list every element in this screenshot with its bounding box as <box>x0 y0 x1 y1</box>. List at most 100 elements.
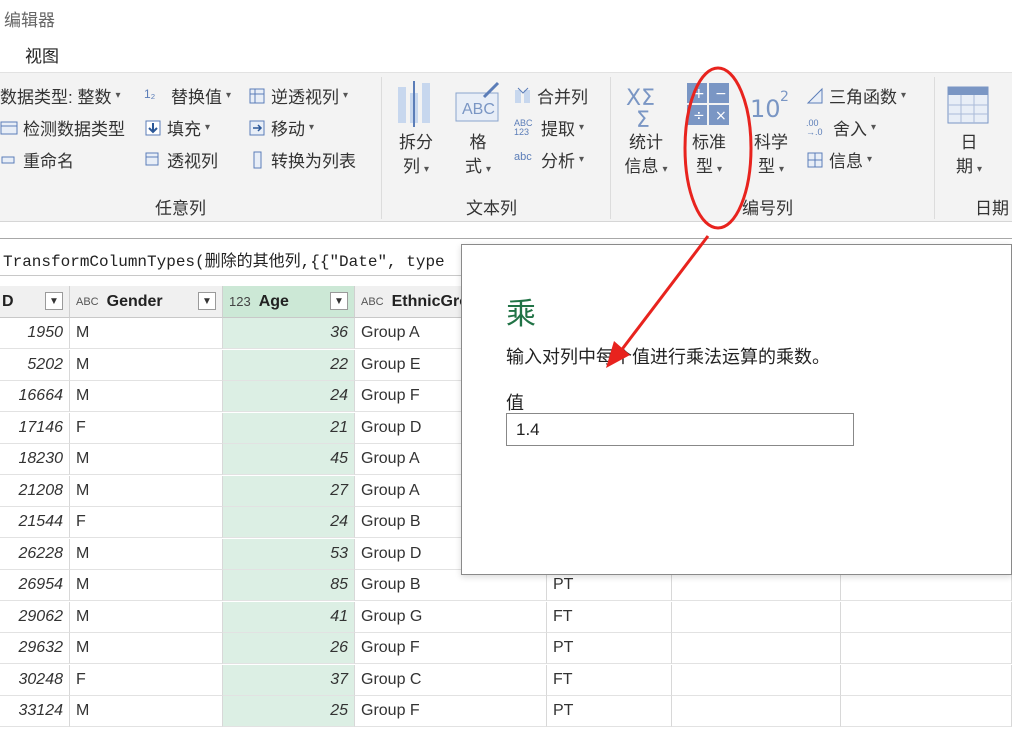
table-cell-id[interactable]: 1950 <box>0 318 70 349</box>
table-cell-age[interactable]: 53 <box>223 538 355 570</box>
table-cell-empty[interactable] <box>841 633 1012 664</box>
rename-button[interactable]: 重命名 <box>0 147 74 172</box>
table-cell-gender[interactable]: M <box>70 444 223 475</box>
filter-dropdown-icon[interactable]: ▼ <box>330 292 348 310</box>
table-cell-age[interactable]: 24 <box>223 381 355 412</box>
unpivot-columns-button[interactable]: 逆透视列 ▾ <box>248 83 348 108</box>
chevron-down-icon: ▾ <box>976 164 983 175</box>
standard-button[interactable]: + − ÷ × 标准 型 ▾ <box>682 79 736 187</box>
chevron-down-icon: ▾ <box>901 90 907 101</box>
table-cell-id[interactable]: 30248 <box>0 664 70 696</box>
table-cell-id[interactable]: 26228 <box>0 538 70 570</box>
detect-data-type-button[interactable]: 检测数据类型 <box>0 115 125 140</box>
table-cell-empty[interactable] <box>672 696 841 727</box>
table-cell-empty[interactable] <box>841 601 1012 633</box>
trigonometry-button[interactable]: 三角函数 ▾ <box>806 83 906 108</box>
information-button[interactable]: 信息 ▾ <box>806 147 872 172</box>
table-cell-age[interactable]: 41 <box>223 601 355 633</box>
table-cell-id[interactable]: 21544 <box>0 507 70 538</box>
table-cell-id[interactable]: 29062 <box>0 601 70 633</box>
table-cell-id[interactable]: 5202 <box>0 349 70 381</box>
table-cell-status[interactable]: FT <box>547 601 672 633</box>
table-cell-id[interactable]: 16664 <box>0 381 70 412</box>
filter-dropdown-icon[interactable]: ▼ <box>198 292 216 310</box>
move-label: 移动 <box>271 120 305 139</box>
svg-text:×: × <box>715 108 727 124</box>
group-label-text-column: 文本列 <box>466 199 517 218</box>
table-cell-status[interactable]: PT <box>547 696 672 727</box>
table-cell-group[interactable]: Group F <box>355 696 547 727</box>
column-header-label: D <box>2 292 14 310</box>
table-cell-age[interactable]: 24 <box>223 507 355 538</box>
table-cell-age[interactable]: 85 <box>223 570 355 601</box>
table-cell-gender[interactable]: M <box>70 633 223 664</box>
move-button[interactable]: 移动 ▾ <box>248 115 314 140</box>
column-header-gender[interactable]: ABC Gender ▼ <box>70 286 223 318</box>
split-column-button[interactable]: 拆分 列 ▾ <box>392 79 440 187</box>
table-cell-id[interactable]: 26954 <box>0 570 70 601</box>
table-cell-status[interactable]: PT <box>547 633 672 664</box>
formula-text[interactable]: TransformColumnTypes(删除的其他列,{{"Date", ty… <box>3 247 445 271</box>
menu-view-tab[interactable]: 视图 <box>25 42 59 67</box>
data-type-label: 数据类型: 整数 <box>0 88 112 107</box>
data-type-dropdown[interactable]: 数据类型: 整数 ▾ <box>0 83 120 108</box>
table-cell-group[interactable]: Group C <box>355 664 547 696</box>
table-cell-age[interactable]: 26 <box>223 633 355 664</box>
table-cell-id[interactable]: 17146 <box>0 412 70 444</box>
table-cell-group[interactable]: Group G <box>355 601 547 633</box>
table-cell-gender[interactable]: F <box>70 412 223 444</box>
table-cell-empty[interactable] <box>841 696 1012 727</box>
table-cell-age[interactable]: 21 <box>223 412 355 444</box>
date-button[interactable]: 日 期 ▾ <box>944 79 994 187</box>
table-cell-age[interactable]: 25 <box>223 696 355 727</box>
rounding-button[interactable]: .00 →.0 舍入 ▾ <box>806 115 876 140</box>
table-cell-empty[interactable] <box>672 664 841 696</box>
table-cell-empty[interactable] <box>672 601 841 633</box>
table-cell-empty[interactable] <box>672 633 841 664</box>
value-input[interactable] <box>506 413 854 446</box>
format-button[interactable]: ABC 格 式 ▾ <box>454 79 502 187</box>
statistics-button[interactable]: XΣ Σ 统计 信息 ▾ <box>618 79 674 187</box>
replace-values-icon: 1₂ <box>144 86 156 101</box>
pivot-column-button[interactable]: 透视列 <box>144 147 218 172</box>
table-cell-id[interactable]: 21208 <box>0 475 70 507</box>
table-cell-gender[interactable]: M <box>70 570 223 601</box>
table-cell-gender[interactable]: M <box>70 475 223 507</box>
table-cell-empty[interactable] <box>841 664 1012 696</box>
move-icon <box>249 120 265 135</box>
table-cell-gender[interactable]: M <box>70 318 223 349</box>
filter-dropdown-icon[interactable]: ▼ <box>45 292 63 310</box>
column-header-id[interactable]: D ▼ <box>0 286 70 318</box>
table-cell-gender[interactable]: M <box>70 538 223 570</box>
extract-button[interactable]: ABC 123 提取 ▾ <box>514 115 584 140</box>
table-cell-age[interactable]: 27 <box>223 475 355 507</box>
convert-to-list-button[interactable]: 转换为列表 <box>248 147 356 172</box>
table-cell-age[interactable]: 45 <box>223 444 355 475</box>
column-header-age[interactable]: 123 Age ▼ <box>223 286 355 318</box>
group-label-number-column: 编号列 <box>742 199 793 218</box>
table-cell-group[interactable]: Group F <box>355 633 547 664</box>
replace-values-button[interactable]: 1₂ 替换值 ▾ <box>144 83 231 108</box>
table-cell-gender[interactable]: M <box>70 601 223 633</box>
fill-down-icon <box>145 120 161 135</box>
text-type-icon: ABC <box>76 295 99 308</box>
table-cell-gender[interactable]: M <box>70 381 223 412</box>
table-cell-id[interactable]: 18230 <box>0 444 70 475</box>
table-cell-gender[interactable]: F <box>70 664 223 696</box>
table-cell-age[interactable]: 36 <box>223 318 355 349</box>
table-cell-age[interactable]: 37 <box>223 664 355 696</box>
parse-button[interactable]: abc 分析 ▾ <box>514 147 584 172</box>
merge-columns-button[interactable]: 合并列 <box>514 83 588 108</box>
chevron-down-icon: ▾ <box>778 164 785 175</box>
table-cell-gender[interactable]: M <box>70 349 223 381</box>
table-cell-age[interactable]: 22 <box>223 349 355 381</box>
table-cell-id[interactable]: 33124 <box>0 696 70 727</box>
table-cell-gender[interactable]: F <box>70 507 223 538</box>
information-label: 信息 <box>829 152 863 171</box>
table-cell-id[interactable]: 29632 <box>0 633 70 664</box>
table-cell-gender[interactable]: M <box>70 696 223 727</box>
fill-button[interactable]: 填充 ▾ <box>144 115 210 140</box>
information-grid-icon <box>807 152 823 167</box>
table-cell-status[interactable]: FT <box>547 664 672 696</box>
scientific-button[interactable]: 10 2 科学 型 ▾ <box>746 79 796 187</box>
